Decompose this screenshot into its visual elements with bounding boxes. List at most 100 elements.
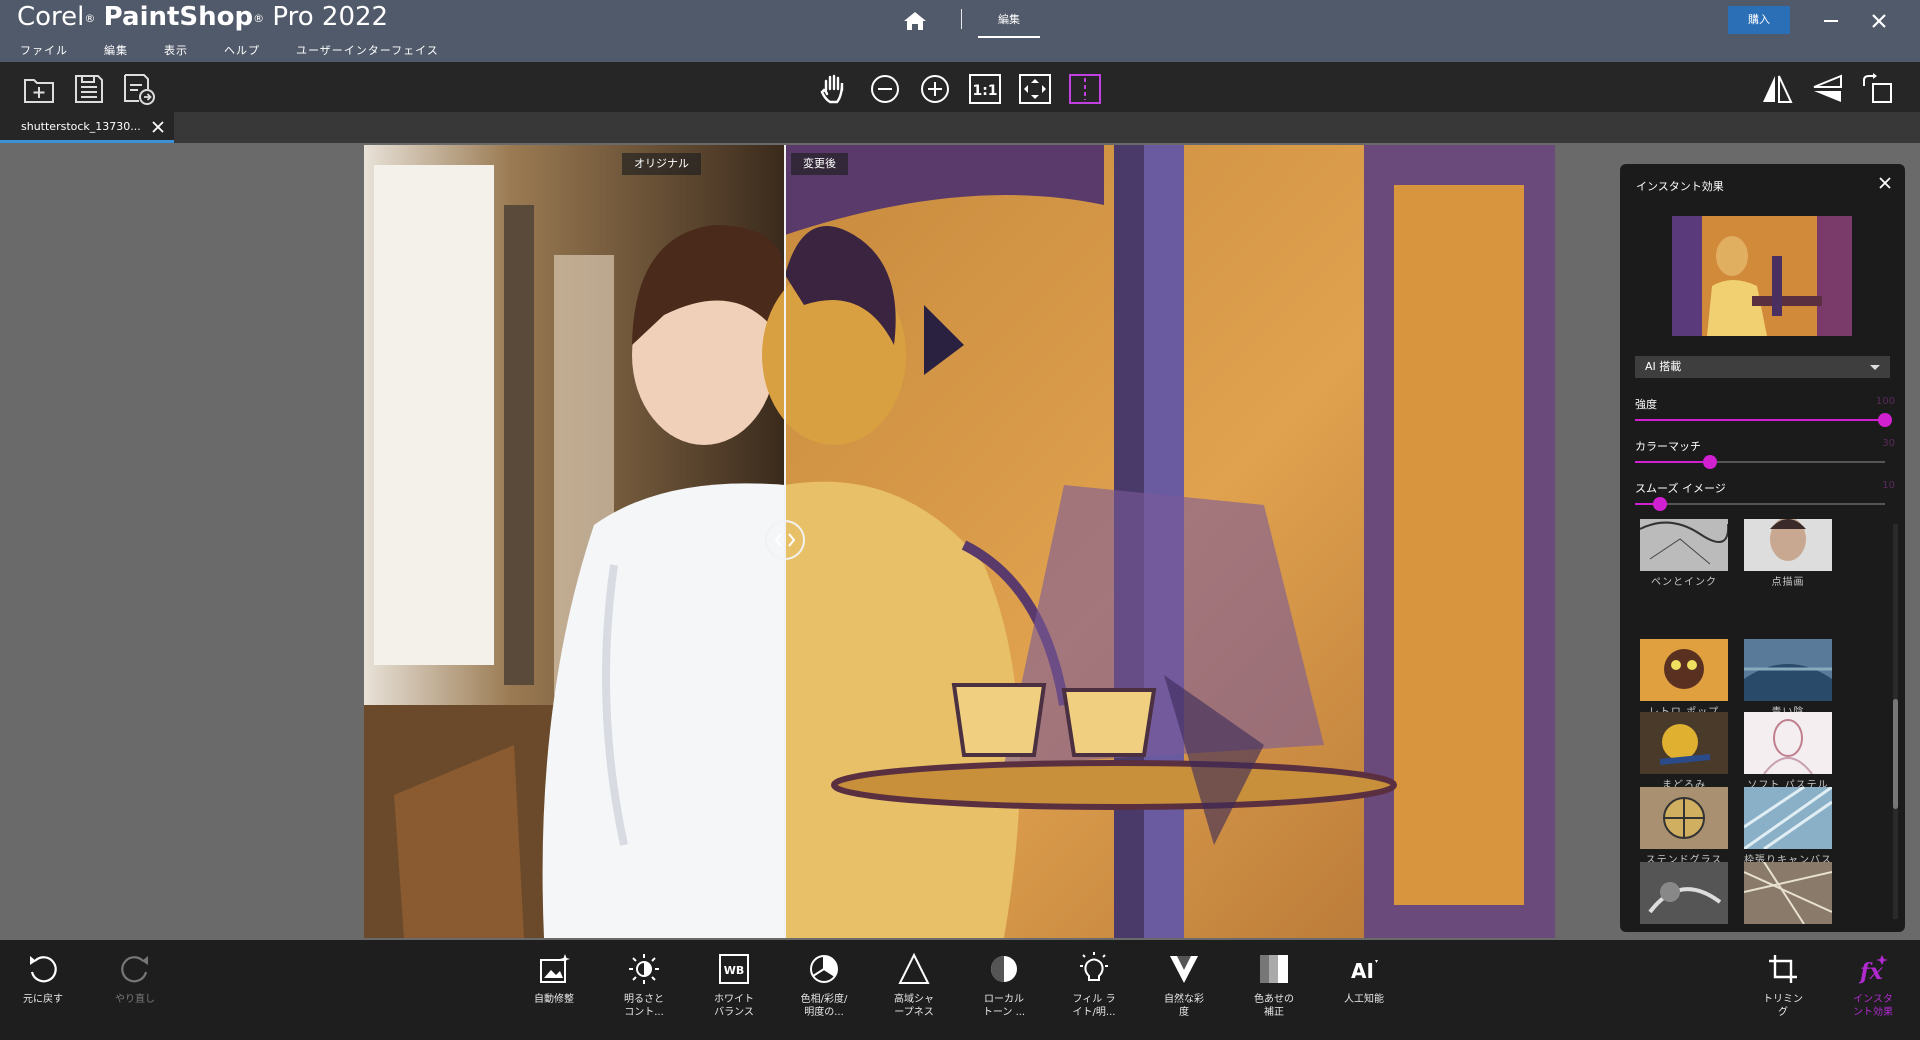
- effect-tile[interactable]: まどろみ: [1632, 712, 1736, 791]
- adjust-tool-hue-saturation[interactable]: 色相/彩度/明度の...: [781, 952, 867, 1019]
- instant-effects-button[interactable]: fx インスタ ント効果: [1830, 952, 1916, 1019]
- compare-split-icon[interactable]: [1068, 72, 1102, 106]
- save-as-icon[interactable]: [122, 72, 156, 106]
- effect-thumbnail: [1744, 519, 1832, 571]
- slider-label: カラーマッチ: [1635, 440, 1701, 453]
- effect-tile[interactable]: ペンとインク: [1632, 519, 1736, 588]
- adjust-tool-ai[interactable]: AI 人工知能: [1321, 952, 1407, 1006]
- svg-text:1:1: 1:1: [972, 83, 997, 99]
- adjust-tool-fill-light[interactable]: フィル ライト/明...: [1051, 952, 1137, 1019]
- effect-label: ペンとインク: [1651, 577, 1717, 588]
- effects-scroll-thumb[interactable]: [1893, 699, 1898, 809]
- effects-grid: ペンとインク 点描画レトロ ポップ青い陰まどろみソフト パステルステンドグラス枠張…: [1632, 519, 1894, 924]
- slider-knob[interactable]: [1653, 497, 1667, 511]
- close-icon[interactable]: [1866, 8, 1892, 34]
- menu-file[interactable]: ファイル: [20, 42, 68, 58]
- effect-tile[interactable]: ソフト パステル: [1736, 712, 1840, 791]
- tool-label-line2: バランス: [714, 1007, 754, 1018]
- zoom-in-icon[interactable]: [918, 72, 952, 106]
- document-tab[interactable]: shutterstock_13730...: [0, 112, 174, 143]
- toolbar: 1:1: [0, 62, 1920, 112]
- tab-edit[interactable]: 編集: [978, 6, 1040, 38]
- ai-icon: AI: [1351, 959, 1378, 983]
- effect-thumbnail: [1640, 639, 1728, 701]
- new-file-icon[interactable]: [22, 72, 56, 106]
- adjust-tool-brightness[interactable]: 明るさとコント...: [601, 952, 687, 1019]
- tool-label: ローカル トーン ...: [961, 993, 1047, 1019]
- instant-effects-panel: インスタント効果 AI 搭載 強度 100 カラーマッチ 30 スムーズ イメージ 10 …: [1620, 164, 1905, 932]
- tool-label-line1: フィル ラ: [1072, 994, 1116, 1005]
- image-preview[interactable]: オリジナル 変更後: [364, 145, 1555, 938]
- save-icon[interactable]: [72, 72, 106, 106]
- slider-track[interactable]: [1635, 497, 1885, 511]
- tool-label-line1: 明るさと: [624, 994, 664, 1005]
- close-tab-icon[interactable]: [150, 119, 166, 135]
- actual-size-icon[interactable]: 1:1: [968, 72, 1002, 106]
- tool-label-line1: 人工知能: [1344, 994, 1384, 1005]
- adjust-tool-fade-correction[interactable]: 色あせの 補正: [1231, 952, 1317, 1019]
- flip-vertical-icon[interactable]: [1810, 72, 1844, 106]
- slider-knob[interactable]: [1878, 413, 1892, 427]
- document-tab-bar: shutterstock_13730...: [0, 112, 1920, 143]
- split-drag-icon: [774, 533, 796, 547]
- menu-user-interface[interactable]: ユーザーインターフェイス: [296, 42, 439, 58]
- effect-thumbnail: [1640, 712, 1728, 774]
- redo-button[interactable]: やり直し: [92, 952, 178, 1006]
- adjust-tool-white-balance[interactable]: WB ホワイト バランス: [691, 952, 777, 1019]
- tool-label-line2: ープネス: [894, 1007, 934, 1018]
- undo-icon: [30, 956, 57, 983]
- adjust-tool-local-tone[interactable]: ローカル トーン ...: [961, 952, 1047, 1019]
- tool-label-line1: ローカル: [984, 994, 1024, 1005]
- effect-tile[interactable]: 枠張りキャンバス: [1736, 787, 1840, 866]
- document-tab-label: shutterstock_13730...: [21, 120, 141, 133]
- minimize-icon[interactable]: [1818, 8, 1844, 34]
- slider-fill: [1635, 419, 1885, 421]
- crop-button[interactable]: トリミング: [1740, 952, 1826, 1019]
- brightness-icon: [629, 954, 659, 984]
- fit-to-window-icon[interactable]: [1018, 72, 1052, 106]
- effect-tile[interactable]: 点描画: [1736, 519, 1840, 588]
- effect-tile[interactable]: [1632, 862, 1736, 924]
- buy-button[interactable]: 購入: [1728, 6, 1790, 34]
- slider-track[interactable]: [1635, 413, 1892, 427]
- tool-label: 明るさとコント...: [601, 993, 687, 1019]
- tool-label-line2: コント...: [624, 1007, 664, 1018]
- flip-horizontal-icon[interactable]: [1760, 72, 1794, 106]
- effect-tile[interactable]: 青い陰: [1736, 639, 1840, 718]
- vibrance-icon: [1170, 956, 1198, 983]
- effect-category-dropdown[interactable]: AI 搭載: [1635, 356, 1890, 378]
- slider-value: 10: [1882, 480, 1895, 491]
- effects-scrollbar[interactable]: [1893, 524, 1898, 919]
- effect-tile[interactable]: ステンドグラス: [1632, 787, 1736, 866]
- title-separator: [961, 9, 962, 29]
- tool-label: 自然な彩度: [1141, 993, 1227, 1019]
- tool-label: フィル ライト/明...: [1051, 993, 1137, 1019]
- menu-edit[interactable]: 編集: [104, 42, 128, 58]
- tool-label-line2: イト/明...: [1072, 1007, 1116, 1018]
- effect-thumbnail: [1744, 712, 1832, 774]
- slider-track[interactable]: [1635, 455, 1885, 469]
- sharpness-icon: [898, 952, 930, 984]
- tool-label-line1: 色あせの: [1254, 994, 1294, 1005]
- menu-help[interactable]: ヘルプ: [224, 42, 260, 58]
- effect-tile[interactable]: レトロ ポップ: [1632, 639, 1736, 718]
- adjust-tool-sharpness[interactable]: 高域シャ ープネス: [871, 952, 957, 1019]
- bottom-toolbar: 元に戻す やり直し 自動修整 明るさと コント... WB ホワイト バランス 色相/彩度/…: [0, 940, 1920, 1040]
- tool-label-line2: 度: [1179, 1007, 1189, 1018]
- effect-tile[interactable]: [1736, 862, 1840, 924]
- menu-view[interactable]: 表示: [164, 42, 188, 58]
- fill-light-icon: [1080, 952, 1108, 981]
- redo-icon: [121, 956, 148, 983]
- zoom-out-icon[interactable]: [868, 72, 902, 106]
- split-handle[interactable]: [765, 520, 805, 560]
- panel-close-icon[interactable]: [1878, 176, 1892, 190]
- home-icon[interactable]: [902, 10, 928, 32]
- undo-button[interactable]: 元に戻す: [0, 952, 86, 1006]
- slider-label: 強度: [1635, 398, 1657, 411]
- rotate-icon[interactable]: [1860, 72, 1894, 106]
- adjust-tool-vibrance[interactable]: 自然な彩度: [1141, 952, 1227, 1019]
- adjust-tool-auto-fix[interactable]: 自動修整: [511, 952, 597, 1006]
- pan-hand-icon[interactable]: [817, 72, 851, 106]
- menu-bar: ファイル 編集 表示 ヘルプ ユーザーインターフェイス: [20, 42, 475, 58]
- slider-knob[interactable]: [1703, 455, 1717, 469]
